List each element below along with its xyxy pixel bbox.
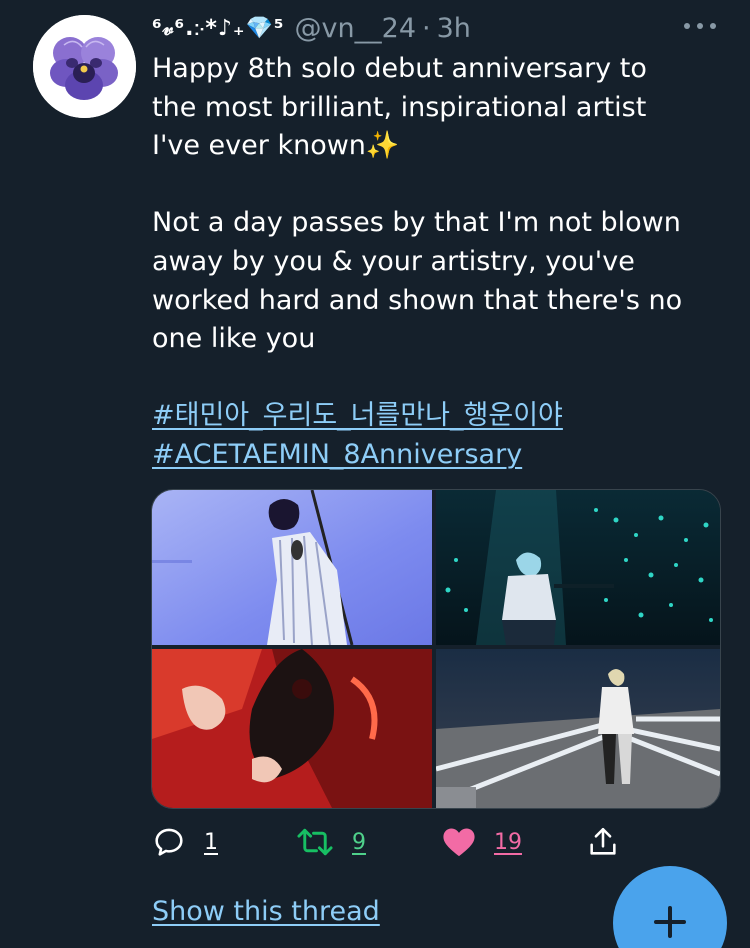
plus-icon — [654, 906, 686, 938]
share-button[interactable] — [586, 822, 620, 862]
media-photo-3[interactable] — [152, 649, 432, 808]
media-grid — [151, 489, 721, 809]
hashtag-link[interactable]: #태민아_우리도_너를만나_행운이야 — [152, 397, 722, 436]
display-name[interactable]: ⁶𝓋⁶.჻*♪₊💎⁵ — [152, 16, 285, 41]
compose-tweet-button[interactable] — [613, 866, 727, 948]
separator-dot: · — [422, 12, 431, 44]
reply-button[interactable]: 1 — [152, 822, 218, 862]
show-thread-link[interactable]: Show this thread — [152, 896, 380, 927]
reply-count: 1 — [204, 829, 218, 855]
retweet-count: 9 — [352, 829, 366, 855]
retweet-button[interactable]: 9 — [296, 822, 366, 862]
tweet[interactable]: ⁶𝓋⁶.჻*♪₊💎⁵ @vn__24 · 3h Happy 8th solo d… — [0, 0, 750, 948]
like-count: 19 — [494, 829, 522, 855]
avatar[interactable] — [33, 15, 136, 118]
tweet-paragraph-1: Happy 8th solo debut anniversary to the … — [152, 53, 647, 162]
more-horizontal-icon[interactable] — [684, 16, 716, 36]
tweet-text: Happy 8th solo debut anniversary to the … — [152, 50, 722, 475]
hashtag-list: #태민아_우리도_너를만나_행운이야 #ACETAEMIN_8Anniversa… — [152, 397, 722, 474]
media-photo-4[interactable] — [436, 649, 720, 808]
like-button[interactable]: 19 — [442, 822, 522, 862]
tweet-header: ⁶𝓋⁶.჻*♪₊💎⁵ @vn__24 · 3h — [152, 10, 471, 46]
share-icon — [590, 827, 616, 855]
retweet-icon — [297, 828, 333, 856]
timestamp[interactable]: 3h — [437, 13, 471, 44]
heart-filled-icon — [443, 828, 475, 857]
media-photo-2[interactable] — [436, 490, 720, 645]
hashtag-link[interactable]: #ACETAEMIN_8Anniversary — [152, 436, 722, 475]
tweet-paragraph-2: Not a day passes by that I'm not blown a… — [152, 207, 683, 355]
action-bar: 1 9 19 — [152, 822, 632, 862]
pansy-flower-icon — [33, 15, 136, 118]
user-handle[interactable]: @vn__24 — [295, 13, 416, 44]
reply-icon — [155, 828, 183, 856]
media-photo-1[interactable] — [152, 490, 432, 645]
